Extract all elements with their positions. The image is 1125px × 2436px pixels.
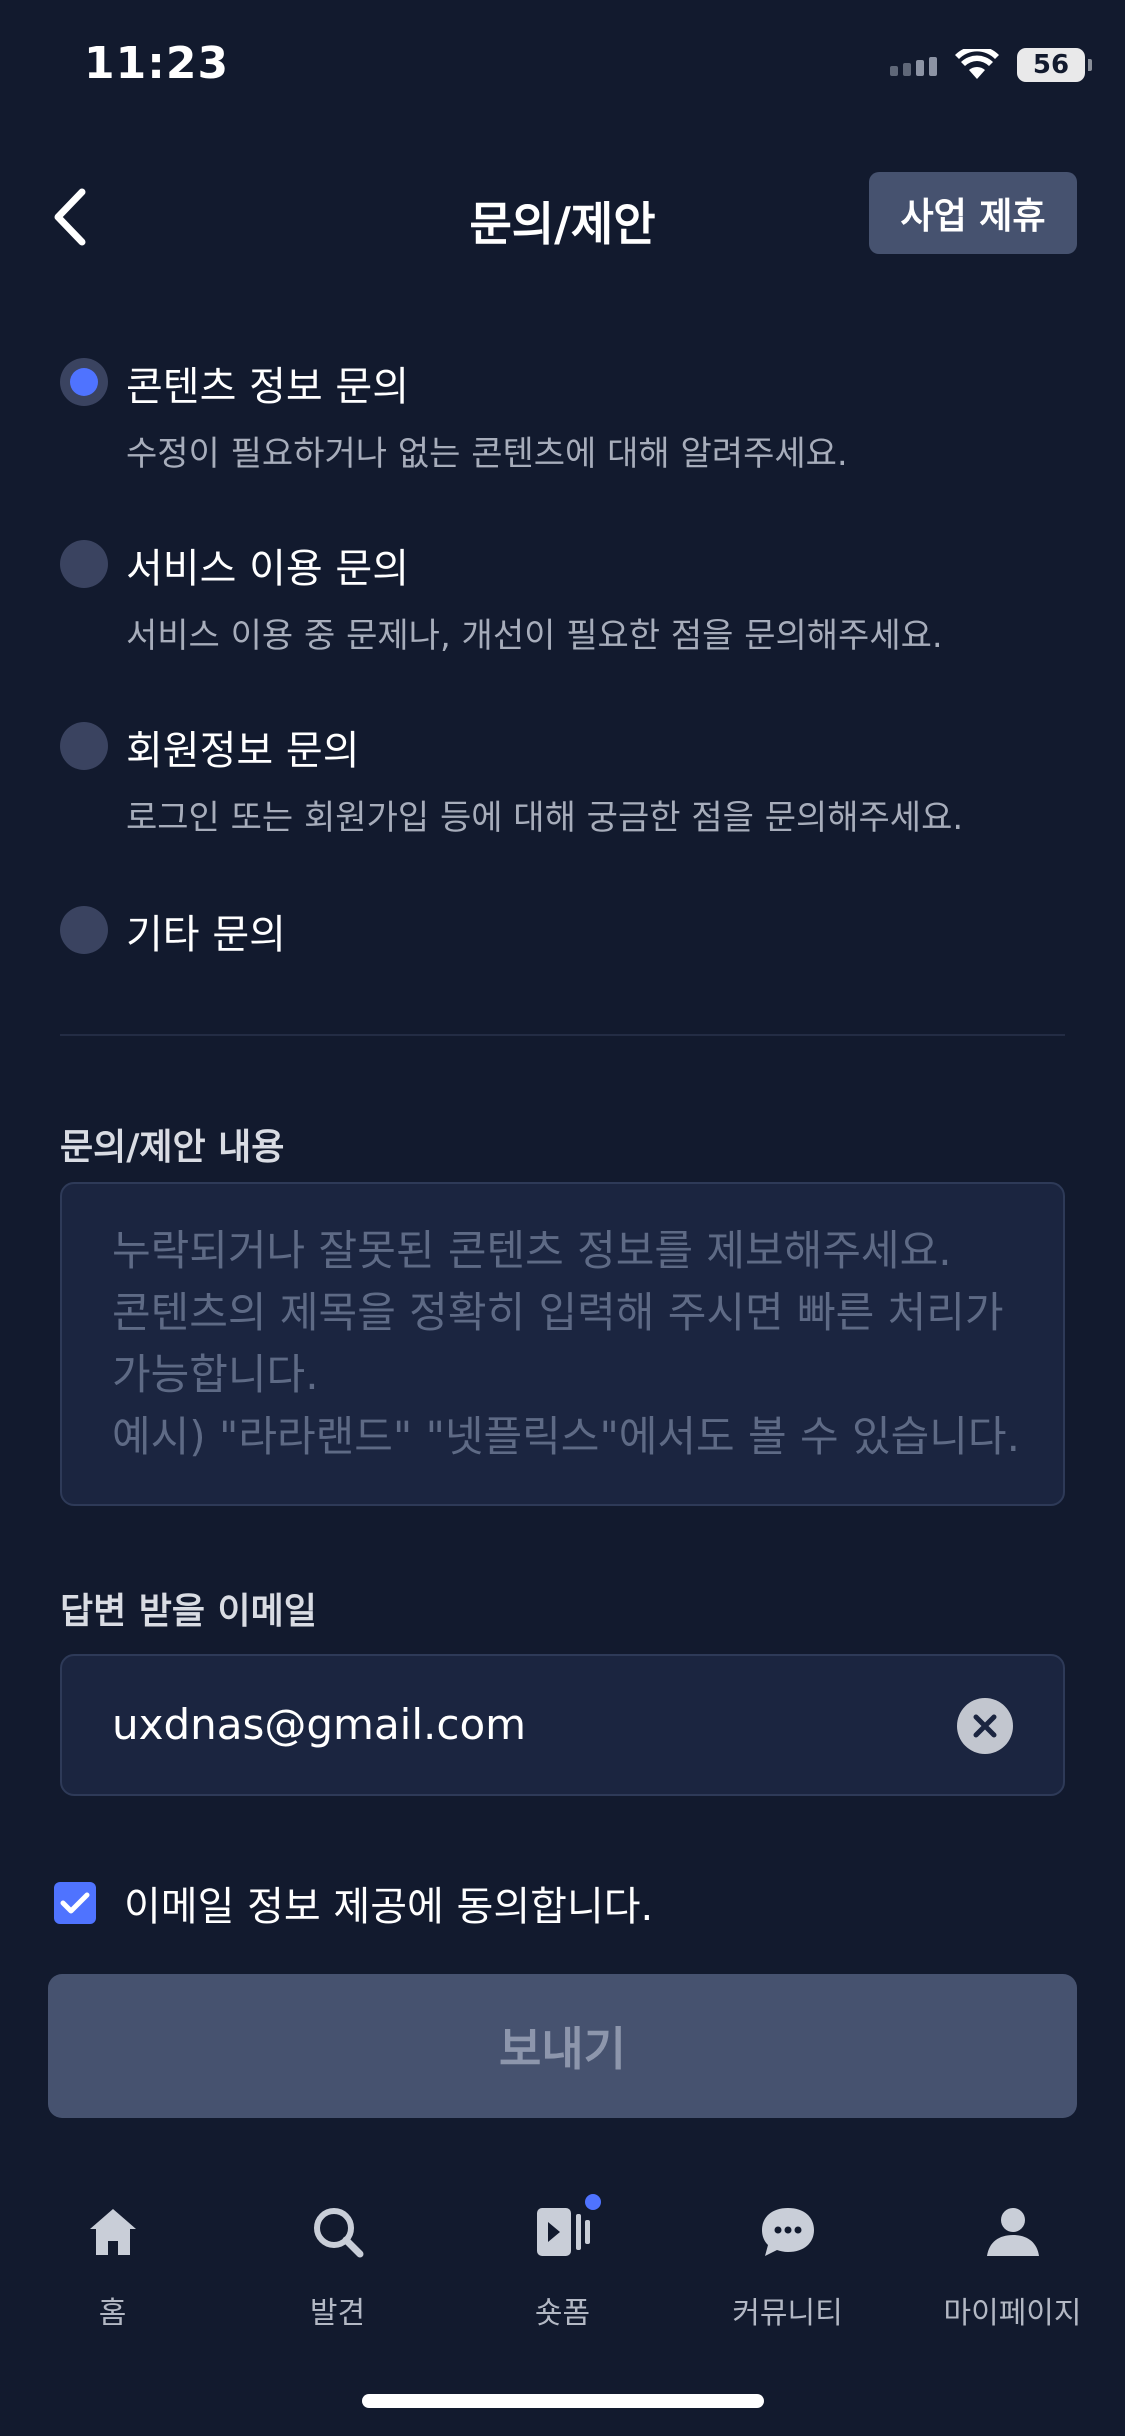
checkmark-icon	[60, 1892, 90, 1914]
email-value: uxdnas@gmail.com	[112, 1700, 527, 1749]
content-textarea[interactable]: 누락되거나 잘못된 콘텐츠 정보를 제보해주세요. 콘텐츠의 제목을 정확히 입…	[60, 1182, 1065, 1506]
tab-mypage[interactable]: 마이페이지	[900, 2180, 1125, 2350]
tab-community[interactable]: 커뮤니티	[675, 2180, 900, 2350]
close-icon	[973, 1714, 997, 1738]
option-title: 회원정보 문의	[126, 728, 360, 774]
option-title: 기타 문의	[126, 912, 286, 958]
content-placeholder: 누락되거나 잘못된 콘텐츠 정보를 제보해주세요. 콘텐츠의 제목을 정확히 입…	[112, 1226, 1020, 1461]
tab-home[interactable]: 홈	[0, 2180, 225, 2350]
business-partnership-button[interactable]: 사업 제휴	[869, 172, 1077, 254]
email-consent[interactable]: 이메일 정보 제공에 동의합니다.	[54, 1874, 653, 1932]
signal-icon	[890, 54, 937, 76]
option-title: 콘텐츠 정보 문의	[126, 364, 410, 410]
send-button[interactable]: 보내기	[48, 1974, 1077, 2118]
tab-label: 홈	[98, 2296, 127, 2331]
consent-label: 이메일 정보 제공에 동의합니다.	[124, 1884, 654, 1930]
person-icon	[981, 2200, 1045, 2264]
radio-selected[interactable]	[60, 358, 108, 406]
home-indicator	[362, 2394, 764, 2408]
option-desc: 서비스 이용 중 문제나, 개선이 필요한 점을 문의해주세요.	[126, 616, 943, 656]
radio-unselected[interactable]	[60, 722, 108, 770]
status-time: 11:23	[84, 38, 230, 89]
header: 문의/제안 사업 제휴	[0, 160, 1125, 270]
consent-checkbox[interactable]	[54, 1882, 96, 1924]
inquiry-screen: 11:23 56 문의/제안 사업 제휴 콘텐츠 정보 문의 수정이 필요하거나…	[0, 0, 1125, 2436]
wifi-icon	[955, 49, 999, 79]
email-label: 답변 받을 이메일	[60, 1591, 317, 1632]
home-icon	[81, 2200, 145, 2264]
tab-label: 발견	[309, 2296, 366, 2331]
clear-input-button[interactable]	[957, 1698, 1013, 1754]
option-desc: 수정이 필요하거나 없는 콘텐츠에 대해 알려주세요.	[126, 434, 848, 474]
tab-shortform[interactable]: 숏폼	[450, 2180, 675, 2350]
shortform-icon	[531, 2194, 601, 2264]
content-label: 문의/제안 내용	[60, 1127, 285, 1168]
tab-label: 커뮤니티	[732, 2296, 843, 2331]
tab-label: 숏폼	[534, 2296, 591, 2331]
battery-indicator: 56	[1017, 48, 1092, 82]
divider	[60, 1034, 1065, 1036]
status-icons: 56	[890, 48, 1092, 82]
search-icon	[306, 2200, 370, 2264]
email-input[interactable]: uxdnas@gmail.com	[60, 1654, 1065, 1796]
option-desc: 로그인 또는 회원가입 등에 대해 궁금한 점을 문의해주세요.	[126, 798, 964, 838]
radio-unselected[interactable]	[60, 540, 108, 588]
tab-bar: 홈 발견 숏폼 커뮤니티 마이페이지	[0, 2180, 1125, 2350]
new-badge-dot	[584, 2194, 601, 2210]
chat-icon	[756, 2200, 820, 2264]
radio-unselected[interactable]	[60, 906, 108, 954]
tab-discover[interactable]: 발견	[225, 2180, 450, 2350]
tab-label: 마이페이지	[943, 2296, 1082, 2331]
option-title: 서비스 이용 문의	[126, 546, 410, 592]
status-bar: 11:23 56	[0, 0, 1125, 140]
